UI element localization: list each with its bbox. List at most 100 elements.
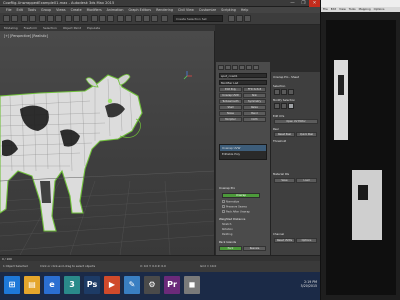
premiere-icon[interactable]: Pr <box>164 276 180 294</box>
schematic-icon[interactable] <box>151 15 158 22</box>
menu-edit[interactable]: Edit <box>17 8 23 12</box>
rotate-icon[interactable] <box>73 15 80 22</box>
create-tab-icon[interactable] <box>218 65 224 70</box>
loop-icon[interactable] <box>288 103 294 109</box>
pack-after-checkbox[interactable]: Pack After Unwrap <box>222 210 250 214</box>
select-by-name-icon[interactable] <box>47 15 54 22</box>
modifier-button[interactable]: Relax <box>243 105 266 110</box>
modifier-button[interactable]: Unwrap UVW <box>219 93 242 98</box>
reset-peel-button[interactable]: Reset Peel <box>274 132 295 137</box>
select-icon[interactable] <box>39 15 46 22</box>
menu-help[interactable]: Help <box>241 8 249 12</box>
menu-create[interactable]: Create <box>71 8 82 12</box>
media-icon[interactable]: ▶ <box>104 276 120 294</box>
modifier-button[interactable]: FFD 3x3x3 <box>243 87 266 92</box>
quick-peel-button[interactable]: Quick Peel <box>296 132 317 137</box>
pack-button[interactable]: Pack <box>219 246 242 251</box>
menu-group[interactable]: Group <box>41 8 51 12</box>
menu-scripting[interactable]: Scripting <box>221 8 236 12</box>
edge-icon[interactable] <box>281 89 287 95</box>
normalize-checkbox[interactable]: Normalize <box>222 200 239 204</box>
notepad-icon[interactable]: ✎ <box>124 276 140 294</box>
menu-modifiers[interactable]: Modifiers <box>87 8 102 12</box>
menu-views[interactable]: Views <box>56 8 66 12</box>
grow-icon[interactable] <box>274 103 280 109</box>
hierarchy-tab-icon[interactable] <box>232 65 238 70</box>
tab-object-paint[interactable]: Object Paint <box>63 26 81 30</box>
stretch-field[interactable]: Stretch <box>222 223 231 226</box>
uv-canvas[interactable] <box>326 20 396 295</box>
photoshop-icon[interactable]: Ps <box>84 276 100 294</box>
misc-app-icon[interactable]: ◼ <box>184 276 200 294</box>
render-setup-icon[interactable] <box>228 15 235 22</box>
curve-editor-icon[interactable] <box>143 15 150 22</box>
modifier-button[interactable]: Cloth <box>243 117 266 122</box>
rollout-title[interactable]: Unwrap Pro <box>219 186 267 190</box>
uv-menu-tools[interactable]: Tools <box>349 7 356 12</box>
section-edit-uvs[interactable]: Edit UVs <box>273 114 319 118</box>
rotation-field[interactable]: Rotation <box>222 228 233 231</box>
unwrap-button[interactable]: Unwrap <box>222 193 260 198</box>
section-peel[interactable]: Peel <box>273 127 319 131</box>
system-clock[interactable]: 2:19 PM 5/20/2015 <box>301 280 317 288</box>
layer-icon[interactable] <box>135 15 142 22</box>
section-channel[interactable]: Channel <box>273 232 319 236</box>
modifier-button[interactable]: Shell <box>219 105 242 110</box>
section-selection[interactable]: Selection <box>273 84 319 88</box>
unlink-icon[interactable] <box>29 15 36 22</box>
modifier-button[interactable]: Noise <box>219 111 242 116</box>
settings-icon[interactable]: ⚙ <box>144 276 160 294</box>
max-app-icon[interactable]: 3 <box>64 276 80 294</box>
threshold-field[interactable]: Threshold <box>273 139 319 143</box>
menu-animation[interactable]: Animation <box>107 8 124 12</box>
load-button[interactable]: Load <box>296 178 317 183</box>
shrink-icon[interactable] <box>281 103 287 109</box>
modifier-button[interactable]: Turbosmooth <box>219 99 242 104</box>
rollout-title[interactable]: Weighted Distance <box>219 217 267 221</box>
percent-snap-icon[interactable] <box>107 15 114 22</box>
modifier-button[interactable]: Morpher <box>219 117 242 122</box>
open-uv-editor-button[interactable]: Open UV Editor <box>274 119 318 124</box>
rollout-title[interactable]: Pack Islands <box>219 240 267 244</box>
menu-graph-editors[interactable]: Graph Editors <box>128 8 151 12</box>
menu-customize[interactable]: Customize <box>199 8 216 12</box>
tab-selection[interactable]: Selection <box>43 26 57 30</box>
save-button[interactable]: Save <box>274 178 295 183</box>
redo-icon[interactable] <box>11 15 18 22</box>
render-icon[interactable] <box>244 15 251 22</box>
file-explorer-icon[interactable]: ▤ <box>24 276 40 294</box>
stack-item[interactable]: Editable Poly <box>220 151 266 157</box>
rescale-button[interactable]: Rescale <box>243 246 266 251</box>
tab-freeform[interactable]: Freeform <box>24 26 37 30</box>
uv-menu-edit[interactable]: Edit <box>331 7 336 12</box>
menu-tools[interactable]: Tools <box>28 8 36 12</box>
modifier-list-dropdown[interactable]: Modifier List <box>219 80 267 85</box>
browser-icon[interactable]: e <box>44 276 60 294</box>
object-name-field[interactable]: spot_cow01 <box>219 73 267 78</box>
options-button[interactable]: Options <box>296 238 317 243</box>
start-button[interactable]: ⊞ <box>4 276 20 294</box>
uv-menu-mapping[interactable]: Mapping <box>359 7 371 12</box>
reset-uvws-button[interactable]: Reset UVWs <box>274 238 295 243</box>
material-editor-icon[interactable] <box>161 15 168 22</box>
motion-tab-icon[interactable] <box>239 65 245 70</box>
selection-set-dropdown[interactable]: Create Selection Set <box>173 15 223 22</box>
minimize-button[interactable]: — <box>287 0 298 7</box>
close-button[interactable]: ✕ <box>309 0 320 7</box>
scale-icon[interactable] <box>81 15 88 22</box>
section-modify-selection[interactable]: Modify Selection <box>273 98 319 102</box>
perspective-viewport[interactable]: [+] [Perspective] [Realistic] <box>0 31 215 255</box>
vertex-icon[interactable] <box>274 89 280 95</box>
tab-modeling[interactable]: Modeling <box>4 26 18 30</box>
coordinate-readout[interactable]: X: 0.0 Y: 0.0 Z: 0.0 <box>140 264 166 268</box>
menu-rendering[interactable]: Rendering <box>156 8 173 12</box>
section-material-ids[interactable]: Material IDs <box>273 172 319 176</box>
tab-populate[interactable]: Populate <box>87 26 100 30</box>
modifier-button[interactable]: Edit Poly <box>219 87 242 92</box>
uv-menu-options[interactable]: Options <box>374 7 385 12</box>
face-icon[interactable] <box>288 89 294 95</box>
modifier-button[interactable]: Symmetry <box>243 99 266 104</box>
rect-select-icon[interactable] <box>55 15 62 22</box>
undo-icon[interactable] <box>3 15 10 22</box>
padding-field[interactable]: Padding <box>222 233 232 236</box>
